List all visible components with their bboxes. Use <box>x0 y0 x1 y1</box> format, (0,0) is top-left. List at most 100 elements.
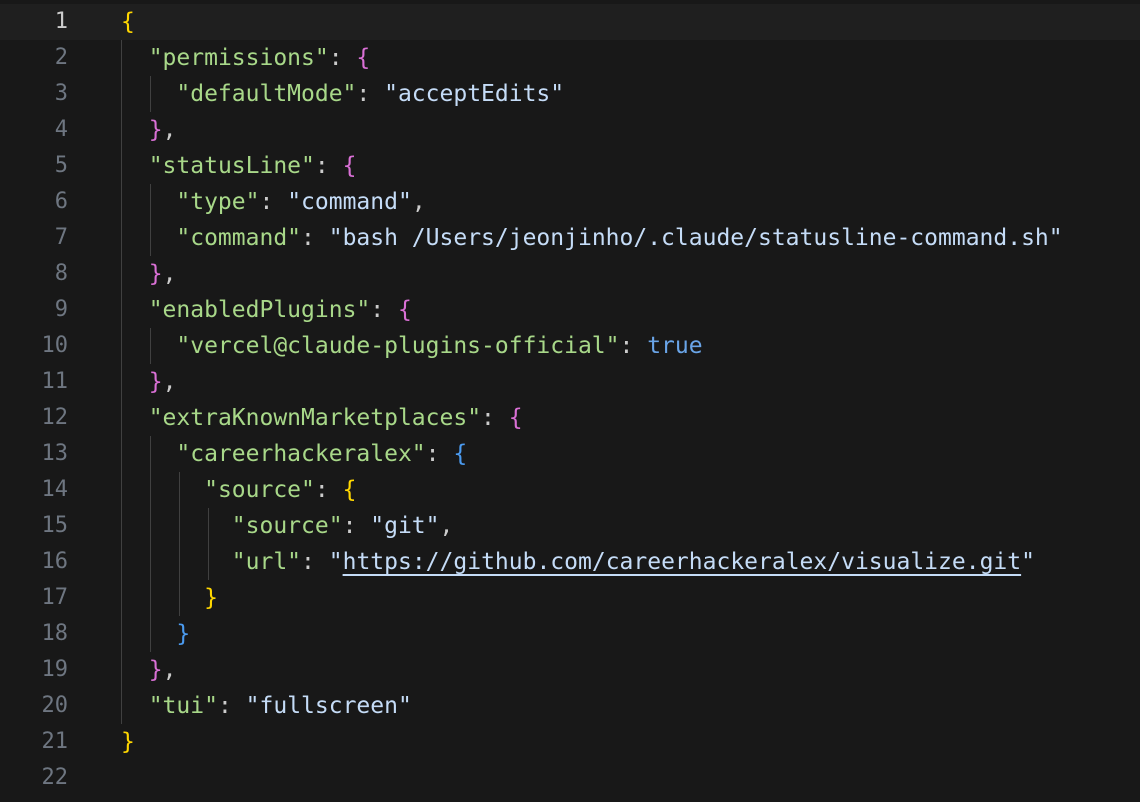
token: : <box>328 45 357 71</box>
code-line[interactable]: 9 "enabledPlugins": { <box>0 292 1140 328</box>
code-line[interactable]: 21} <box>0 724 1140 760</box>
token-b2: } <box>148 657 163 683</box>
code-line[interactable]: 15 "source": "git", <box>0 508 1140 544</box>
code-line[interactable]: 19 }, <box>0 652 1140 688</box>
line-number: 18 <box>41 621 69 646</box>
token-key: "type" <box>176 189 260 215</box>
line-content: "careerhackeralex": { <box>121 436 467 472</box>
token-key: "careerhackeralex" <box>176 441 426 467</box>
line-content: "extraKnownMarketplaces": { <box>121 400 523 436</box>
code-line[interactable]: 2 "permissions": { <box>0 40 1140 76</box>
token: : <box>481 405 509 431</box>
line-content: }, <box>121 256 177 292</box>
token: : <box>342 513 371 539</box>
indent-guide <box>121 40 122 724</box>
token: , <box>162 657 177 683</box>
token-str: " <box>1021 549 1035 575</box>
token-b2: } <box>148 117 163 143</box>
token-str: " <box>328 549 343 575</box>
line-content: "command": "bash /Users/jeonjinho/.claud… <box>121 220 1063 256</box>
code-line[interactable]: 22 <box>0 760 1140 796</box>
code-line[interactable]: 18 } <box>0 616 1140 652</box>
line-number: 6 <box>54 189 68 214</box>
token: , <box>162 117 177 143</box>
line-content: } <box>121 616 190 652</box>
line-number: 17 <box>41 585 69 610</box>
token-link[interactable]: https://github.com/careerhackeralex/visu… <box>343 549 1022 575</box>
token-b1: } <box>204 585 218 611</box>
token-str: "acceptEdits" <box>384 81 565 107</box>
line-content: }, <box>121 112 177 148</box>
token-b2: } <box>148 369 163 395</box>
code-line[interactable]: 4 }, <box>0 112 1140 148</box>
token: : <box>301 225 329 251</box>
line-content: "defaultMode": "acceptEdits" <box>121 76 564 112</box>
code-line[interactable]: 16 "url": "https://github.com/careerhack… <box>0 544 1140 580</box>
indent-guide <box>150 328 151 364</box>
code-line[interactable]: 6 "type": "command", <box>0 184 1140 220</box>
line-content: "source": "git", <box>121 508 454 544</box>
line-number: 4 <box>54 117 68 142</box>
token-str: "command" <box>287 189 412 215</box>
code-line[interactable]: 10 "vercel@claude-plugins-official": tru… <box>0 328 1140 364</box>
code-line[interactable]: 14 "source": { <box>0 472 1140 508</box>
code-line[interactable]: 12 "extraKnownMarketplaces": { <box>0 400 1140 436</box>
line-number: 15 <box>41 513 69 538</box>
token-b1: { <box>121 9 135 35</box>
token: : <box>301 549 329 575</box>
token: : <box>314 153 343 179</box>
token-key: "vercel@claude-plugins-official" <box>176 333 620 359</box>
token-b2: { <box>508 405 523 431</box>
line-content: } <box>121 724 135 760</box>
token-b2: { <box>356 45 371 71</box>
token-kw: true <box>647 333 703 359</box>
code-line[interactable]: 8 }, <box>0 256 1140 292</box>
token-str: "fullscreen" <box>245 693 412 719</box>
code-line[interactable]: 11 }, <box>0 364 1140 400</box>
line-number: 13 <box>41 441 69 466</box>
token-b2: { <box>397 297 412 323</box>
token: : <box>314 477 343 503</box>
line-content: "permissions": { <box>121 40 371 76</box>
line-number: 11 <box>41 369 69 394</box>
code-line[interactable]: 1{ <box>0 4 1140 40</box>
line-content: "enabledPlugins": { <box>121 292 412 328</box>
token-b3: { <box>453 441 468 467</box>
token-key: "source" <box>231 513 343 539</box>
line-number: 16 <box>41 549 69 574</box>
token-str: "bash /Users/jeonjinho/.claude/statuslin… <box>328 225 1063 251</box>
token: : <box>259 189 288 215</box>
line-number: 8 <box>54 261 68 286</box>
code-line[interactable]: 7 "command": "bash /Users/jeonjinho/.cla… <box>0 220 1140 256</box>
code-line[interactable]: 20 "tui": "fullscreen" <box>0 688 1140 724</box>
token-key: "statusLine" <box>148 153 315 179</box>
line-number: 20 <box>41 693 69 718</box>
token: , <box>162 261 177 287</box>
code-line[interactable]: 17 } <box>0 580 1140 616</box>
line-number: 3 <box>54 81 68 106</box>
code-line[interactable]: 3 "defaultMode": "acceptEdits" <box>0 76 1140 112</box>
token-b3: } <box>176 621 191 647</box>
code-editor[interactable]: 1{2 "permissions": {3 "defaultMode": "ac… <box>0 0 1140 802</box>
line-number: 14 <box>41 477 69 502</box>
line-content: "type": "command", <box>121 184 425 220</box>
code-line[interactable]: 13 "careerhackeralex": { <box>0 436 1140 472</box>
code-line[interactable]: 5 "statusLine": { <box>0 148 1140 184</box>
token-key: "tui" <box>148 693 218 719</box>
token-key: "defaultMode" <box>176 81 357 107</box>
line-content: "tui": "fullscreen" <box>121 688 412 724</box>
token: , <box>439 513 454 539</box>
token: : <box>356 81 385 107</box>
line-number: 9 <box>54 297 68 322</box>
token-key: "source" <box>204 477 315 503</box>
